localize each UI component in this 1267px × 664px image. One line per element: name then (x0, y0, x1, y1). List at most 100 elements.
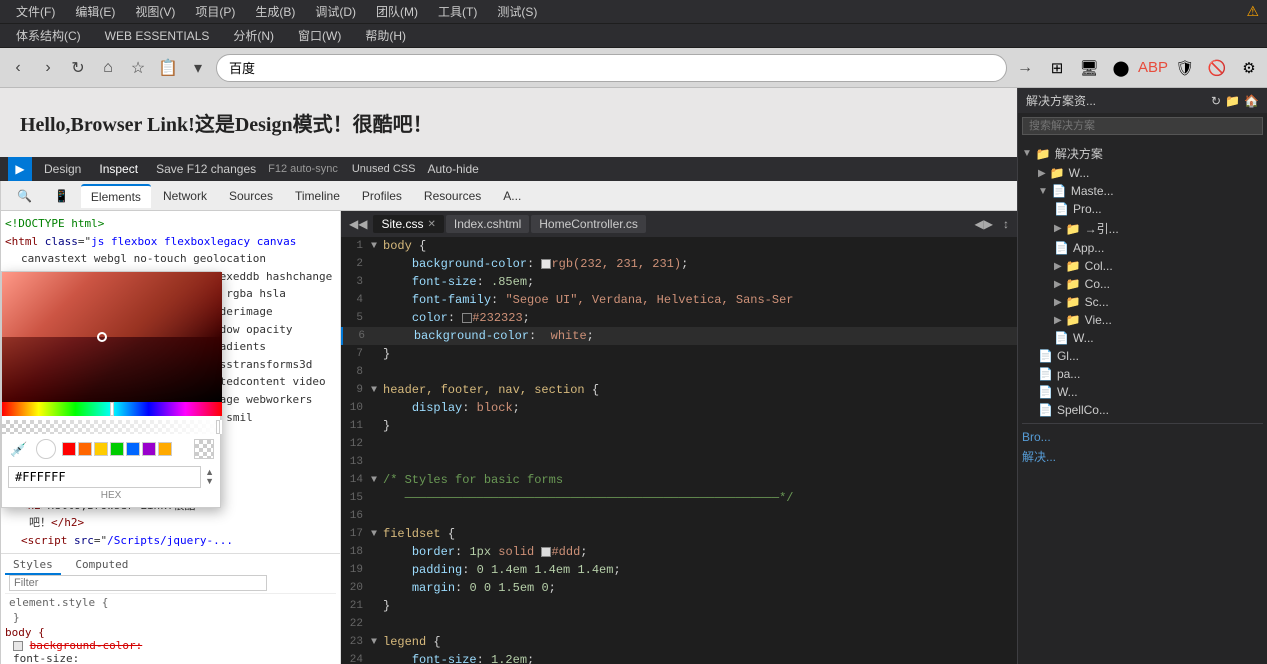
tree-resolve[interactable]: 解决... (1022, 446, 1263, 467)
swatch-gold[interactable] (158, 442, 172, 456)
menu-team[interactable]: 团队(M) (368, 1, 426, 22)
menu-web-essentials[interactable]: WEB ESSENTIALS (97, 27, 218, 45)
tab-more[interactable]: A... (493, 185, 531, 207)
tree-w[interactable]: ▶ 📁 W... (1022, 164, 1263, 182)
devtools-panel: 🔍 📱 Elements Network Sources Timeline Pr… (0, 181, 1017, 664)
tree-solution[interactable]: ▼ 📁 解决方案 (1022, 143, 1263, 164)
circle-icon[interactable]: ⬤ (1107, 54, 1135, 82)
swatch-yellow[interactable] (94, 442, 108, 456)
menu-build[interactable]: 生成(B) (247, 1, 303, 22)
hex-down-arrow[interactable]: ▼ (205, 477, 214, 486)
tab-network[interactable]: Network (153, 185, 217, 207)
tab-resources[interactable]: Resources (414, 185, 491, 207)
tree-ref[interactable]: ▶ 📁 →引... (1022, 218, 1263, 239)
tree-vie[interactable]: ▶ 📁 Vie... (1022, 311, 1263, 329)
shield-icon[interactable]: 🛡 (1171, 54, 1199, 82)
design-button[interactable]: Design (38, 160, 87, 178)
tree-pa[interactable]: 📄 pa... (1022, 365, 1263, 383)
filter-input[interactable] (9, 575, 267, 591)
tab-sources[interactable]: Sources (219, 185, 283, 207)
tab-index-cshtml[interactable]: Index.cshtml (446, 215, 529, 233)
code-line-10: 10 display: block; (341, 399, 1017, 417)
code-panel-split[interactable]: ◀▶ (971, 217, 997, 231)
color-crosshair[interactable] (97, 332, 107, 342)
alpha-bar[interactable] (2, 420, 222, 434)
swatch-orange[interactable] (78, 442, 92, 456)
dt-mobile-icon[interactable]: 📱 (44, 185, 79, 207)
transparent-swatch[interactable] (194, 439, 214, 459)
adblock-icon[interactable]: ABP (1139, 54, 1167, 82)
sync-icon[interactable]: ↻ (1211, 94, 1221, 108)
swatch-green[interactable] (110, 442, 124, 456)
code-line-1: 1 ▼ body { (341, 237, 1017, 255)
feed-button[interactable]: 📋 (154, 54, 182, 82)
tree-w2[interactable]: 📄 W... (1022, 329, 1263, 347)
opacity-circle[interactable] (36, 439, 56, 459)
close-site-css[interactable]: ✕ (427, 219, 435, 230)
tree-gl[interactable]: 📄 Gl... (1022, 347, 1263, 365)
menu-arch[interactable]: 体系结构(C) (8, 25, 89, 46)
go-button[interactable]: → (1011, 54, 1039, 82)
home-button[interactable]: ⌂ (94, 54, 122, 82)
menu-edit[interactable]: 编辑(E) (67, 1, 123, 22)
menu-debug[interactable]: 调试(D) (307, 1, 364, 22)
block-icon[interactable]: 🚫 (1203, 54, 1231, 82)
forward-button[interactable]: › (34, 54, 62, 82)
swatch-blue[interactable] (126, 442, 140, 456)
tree-browse[interactable]: Bro... (1022, 428, 1263, 446)
tree-master-label: Maste... (1071, 184, 1114, 198)
back-button[interactable]: ‹ (4, 54, 32, 82)
body-fontsize: font-size: (5, 652, 336, 664)
menu-project[interactable]: 项目(P) (187, 1, 243, 22)
tree-resolve-label: 解决... (1022, 448, 1056, 465)
menu-tools[interactable]: 工具(T) (430, 1, 485, 22)
editor-section: ◀◀ Site.css ✕ Index.cshtml HomeControlle… (341, 211, 1017, 664)
menu-window[interactable]: 窗口(W) (290, 25, 349, 46)
tiles-icon[interactable]: ⊞ (1043, 54, 1071, 82)
bookmark-button[interactable]: ☆ (124, 54, 152, 82)
dt-search-icon[interactable]: 🔍 (7, 185, 42, 207)
tree-master[interactable]: ▼ 📄 Maste... (1022, 182, 1263, 200)
menu-view[interactable]: 视图(V) (127, 1, 183, 22)
settings-icon[interactable]: ⚙ (1235, 54, 1263, 82)
tree-w3[interactable]: 📄 W... (1022, 383, 1263, 401)
properties-icon[interactable]: 🏠 (1244, 94, 1259, 108)
tree-app[interactable]: 📄 App... (1022, 239, 1263, 257)
computed-subtab[interactable]: Computed (67, 556, 136, 573)
screen-icon[interactable]: 🖥 (1075, 54, 1103, 82)
code-nav-left[interactable]: ◀◀ (345, 217, 371, 231)
hex-input[interactable] (8, 466, 201, 488)
inspect-button[interactable]: Inspect (93, 160, 144, 178)
hue-bar[interactable] (2, 402, 222, 416)
swatch-purple[interactable] (142, 442, 156, 456)
swatch-red[interactable] (62, 442, 76, 456)
code-panel-expand[interactable]: ↕ (999, 217, 1013, 231)
tree-sc[interactable]: ▶ 📁 Sc... (1022, 293, 1263, 311)
tab-homecontroller[interactable]: HomeController.cs (531, 215, 646, 233)
address-bar[interactable] (216, 54, 1007, 82)
menu-file[interactable]: 文件(F) (8, 1, 63, 22)
tree-col[interactable]: ▶ 📁 Col... (1022, 257, 1263, 275)
auto-hide-button[interactable]: Auto-hide (421, 160, 484, 178)
menu-analyze[interactable]: 分析(N) (225, 25, 282, 46)
eyedropper-button[interactable]: 💉 (8, 438, 30, 460)
styles-subtab[interactable]: Styles (5, 556, 61, 575)
refresh-button[interactable]: ↻ (64, 54, 92, 82)
tab-site-css[interactable]: Site.css ✕ (373, 215, 443, 233)
vs-search-input[interactable] (1022, 117, 1263, 135)
color-spectrum[interactable] (2, 272, 222, 402)
feed-dropdown[interactable]: ▾ (184, 54, 212, 82)
tree-pro-label: Pro... (1073, 202, 1102, 216)
tree-co[interactable]: ▶ 📁 Co... (1022, 275, 1263, 293)
show-files-icon[interactable]: 📁 (1225, 94, 1240, 108)
menu-help[interactable]: 帮助(H) (357, 25, 414, 46)
tab-profiles[interactable]: Profiles (352, 185, 412, 207)
menu-test[interactable]: 测试(S) (489, 1, 545, 22)
tree-w2-label: W... (1073, 331, 1094, 345)
middle-section: Hello,Browser Link!这是Design模式！很酷吧！ ▶ Des… (0, 88, 1267, 664)
tree-pro[interactable]: 📄 Pro... (1022, 200, 1263, 218)
tab-elements[interactable]: Elements (81, 184, 151, 208)
save-f12-button[interactable]: Save F12 changes (150, 160, 262, 178)
tab-timeline[interactable]: Timeline (285, 185, 350, 207)
tree-spell[interactable]: 📄 SpellCo... (1022, 401, 1263, 419)
